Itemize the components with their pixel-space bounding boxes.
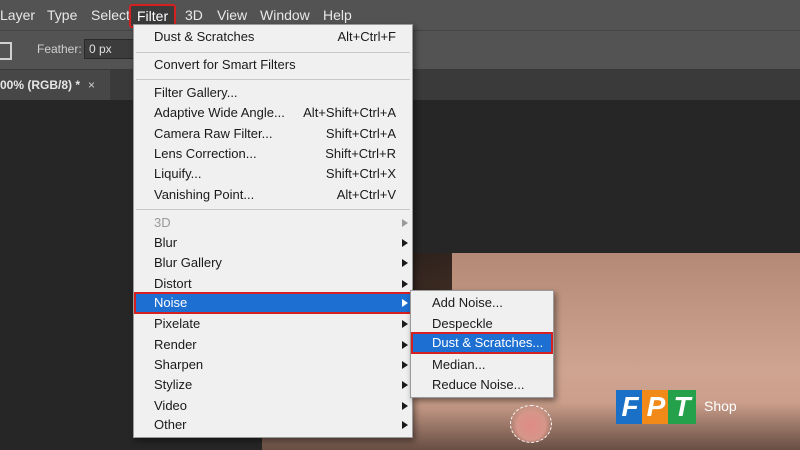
- menu-item-liquify[interactable]: Liquify... Shift+Ctrl+X: [135, 164, 411, 184]
- menu-item-render[interactable]: Render: [135, 335, 411, 355]
- marquee-selection[interactable]: [510, 405, 552, 443]
- close-icon[interactable]: ×: [88, 70, 95, 100]
- menu-item-last-filter[interactable]: Dust & Scratches Alt+Ctrl+F: [135, 27, 411, 47]
- menu-item-label: Adaptive Wide Angle...: [154, 105, 285, 120]
- menu-separator: [136, 52, 410, 53]
- submenu-arrow-icon: [402, 402, 408, 410]
- menu-item-label: Sharpen: [154, 357, 204, 372]
- menu-item-dust-scratches[interactable]: Dust & Scratches...: [411, 332, 553, 354]
- menu-item-label: Median...: [432, 357, 486, 372]
- menu-3d[interactable]: 3D: [185, 7, 203, 23]
- menu-select[interactable]: Select: [91, 7, 130, 23]
- menu-item-label: Noise: [154, 295, 188, 310]
- menu-item-shortcut: Shift+Ctrl+R: [325, 146, 396, 161]
- feather-label: Feather:: [37, 42, 82, 56]
- menu-item-label: Camera Raw Filter...: [154, 126, 273, 141]
- menu-item-blur[interactable]: Blur: [135, 233, 411, 253]
- menu-item-label: Blur: [154, 235, 178, 250]
- menu-type[interactable]: Type: [47, 7, 77, 23]
- menu-item-label: Other: [154, 417, 187, 432]
- menu-item-distort[interactable]: Distort: [135, 274, 411, 294]
- menu-item-adaptive-wide-angle[interactable]: Adaptive Wide Angle... Alt+Shift+Ctrl+A: [135, 103, 411, 123]
- menu-item-label: Add Noise...: [432, 295, 503, 310]
- submenu-arrow-icon: [402, 320, 408, 328]
- menu-item-shortcut: Alt+Ctrl+V: [336, 187, 396, 202]
- menu-item-label: Stylize: [154, 377, 193, 392]
- menu-item-vanishing-point[interactable]: Vanishing Point... Alt+Ctrl+V: [135, 185, 411, 205]
- menu-item-label: Render: [154, 337, 197, 352]
- menu-item-pixelate[interactable]: Pixelate: [135, 314, 411, 334]
- filter-menu: Dust & Scratches Alt+Ctrl+F Convert for …: [133, 24, 413, 438]
- submenu-arrow-icon: [402, 421, 408, 429]
- menu-item-camera-raw[interactable]: Camera Raw Filter... Shift+Ctrl+A: [135, 124, 411, 144]
- submenu-arrow-icon: [402, 239, 408, 247]
- menu-item-label: 3D: [154, 215, 171, 230]
- menu-item-sharpen[interactable]: Sharpen: [135, 355, 411, 375]
- selection-tool-icon[interactable]: [0, 42, 12, 60]
- submenu-arrow-icon: [402, 280, 408, 288]
- menu-item-shortcut: Shift+Ctrl+X: [325, 166, 396, 181]
- submenu-arrow-icon: [402, 299, 408, 307]
- menu-separator: [136, 209, 410, 210]
- menu-window[interactable]: Window: [260, 7, 310, 23]
- menu-item-lens-correction[interactable]: Lens Correction... Shift+Ctrl+R: [135, 144, 411, 164]
- document-tab[interactable]: 00% (RGB/8) * ×: [0, 70, 110, 100]
- menu-item-label: Video: [154, 398, 188, 413]
- menu-item-reduce-noise[interactable]: Reduce Noise...: [412, 375, 552, 395]
- menu-item-add-noise[interactable]: Add Noise...: [412, 293, 552, 313]
- menu-item-label: Liquify...: [154, 166, 202, 181]
- menu-item-3d: 3D: [135, 213, 411, 233]
- menu-item-stylize[interactable]: Stylize: [135, 375, 411, 395]
- menu-item-label: Convert for Smart Filters: [154, 57, 296, 72]
- menu-view[interactable]: View: [217, 7, 247, 23]
- feather-input[interactable]: [84, 39, 134, 59]
- document-tab-title: 00% (RGB/8) *: [0, 78, 81, 92]
- logo-shop-text: Shop: [704, 398, 737, 414]
- menu-help[interactable]: Help: [323, 7, 352, 23]
- logo-letter-f: F: [616, 390, 644, 424]
- logo-letter-t: T: [668, 390, 696, 424]
- menu-item-shortcut: Shift+Ctrl+A: [325, 126, 396, 141]
- menu-item-label: Vanishing Point...: [154, 187, 255, 202]
- menu-item-median[interactable]: Median...: [412, 355, 552, 375]
- menu-item-label: Filter Gallery...: [154, 85, 238, 100]
- submenu-arrow-icon: [402, 341, 408, 349]
- menu-item-despeckle[interactable]: Despeckle: [412, 314, 552, 334]
- submenu-arrow-icon: [402, 219, 408, 227]
- menu-item-label: Reduce Noise...: [432, 377, 525, 392]
- menu-item-blur-gallery[interactable]: Blur Gallery: [135, 253, 411, 273]
- menu-item-label: Dust & Scratches...: [432, 335, 544, 350]
- menu-item-video[interactable]: Video: [135, 396, 411, 416]
- menu-item-filter-gallery[interactable]: Filter Gallery...: [135, 83, 411, 103]
- menu-item-label: Pixelate: [154, 316, 201, 331]
- logo-letter-p: P: [642, 390, 670, 424]
- submenu-arrow-icon: [402, 259, 408, 267]
- menu-item-other[interactable]: Other: [135, 415, 411, 435]
- menu-separator: [136, 79, 410, 80]
- menu-item-label: Blur Gallery: [154, 255, 222, 270]
- menu-item-shortcut: Alt+Shift+Ctrl+A: [303, 105, 396, 120]
- menu-item-label: Dust & Scratches: [154, 29, 255, 44]
- menu-layer[interactable]: Layer: [0, 7, 35, 23]
- noise-submenu: Add Noise... Despeckle Dust & Scratches.…: [410, 290, 554, 398]
- menu-item-label: Despeckle: [432, 316, 493, 331]
- menu-item-noise[interactable]: Noise: [134, 292, 412, 314]
- menu-item-shortcut: Alt+Ctrl+F: [337, 29, 396, 44]
- menu-item-label: Distort: [154, 276, 192, 291]
- menu-item-label: Lens Correction...: [154, 146, 257, 161]
- submenu-arrow-icon: [402, 381, 408, 389]
- menu-item-convert-smart-filters[interactable]: Convert for Smart Filters: [135, 55, 411, 75]
- submenu-arrow-icon: [402, 361, 408, 369]
